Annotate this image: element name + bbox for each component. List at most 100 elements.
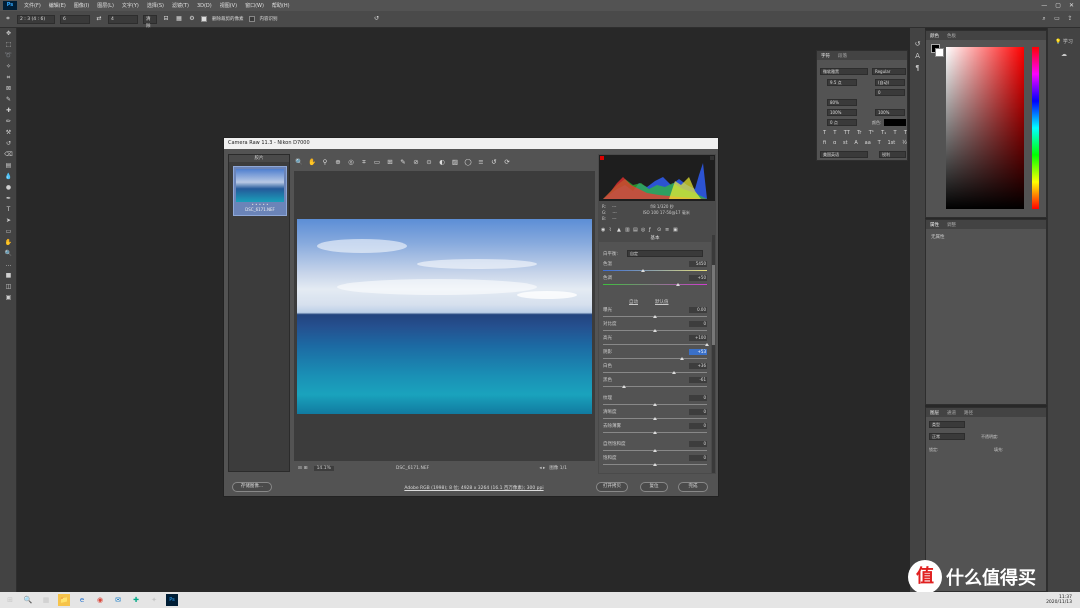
slider-track[interactable]	[603, 358, 707, 359]
tab-layers[interactable]: 图层	[930, 410, 939, 416]
libraries-icon[interactable]: ☁	[1048, 51, 1080, 58]
ordinals-button[interactable]: 1st	[888, 140, 896, 146]
crop-width-input[interactable]: 6	[60, 14, 90, 24]
slider-handle[interactable]	[653, 449, 657, 452]
history-icon[interactable]: ↺	[910, 38, 925, 50]
faux-bold-button[interactable]: T	[823, 130, 826, 136]
character-icon[interactable]: A	[910, 50, 925, 62]
slider-value-input[interactable]: 0	[689, 395, 707, 401]
edge-icon[interactable]: e	[76, 594, 88, 606]
slider-value-input[interactable]: 0	[689, 423, 707, 429]
quickmask-icon[interactable]: ◫	[0, 281, 17, 292]
menu-select[interactable]: 选择(S)	[143, 2, 168, 9]
default-link[interactable]: 默认值	[655, 299, 669, 305]
superscript-button[interactable]: T¹	[869, 130, 874, 136]
slider-value-input[interactable]: 0	[689, 455, 707, 461]
calibration-icon[interactable]: ⊙	[657, 227, 663, 233]
adjustment-brush-icon[interactable]: ⊙	[425, 158, 433, 166]
prev-next-image[interactable]: ◂ ▸	[539, 466, 545, 471]
gradient-icon[interactable]: ▤	[0, 160, 17, 171]
all-caps-button[interactable]: TT	[844, 130, 850, 136]
frame-icon[interactable]: ⊠	[0, 83, 17, 94]
menu-edit[interactable]: 编辑(E)	[45, 2, 70, 9]
eyedropper-icon[interactable]: ✎	[0, 94, 17, 105]
crop-tool-icon[interactable]: ⌗	[360, 158, 368, 167]
slider-handle[interactable]	[653, 431, 657, 434]
zoom-in-button[interactable]: ⊞	[304, 466, 308, 471]
horizontal-scale-input[interactable]: 100%	[875, 109, 905, 116]
slider-track[interactable]	[603, 284, 707, 285]
magic-wand-icon[interactable]: ✧	[0, 61, 17, 72]
slider-handle[interactable]	[653, 463, 657, 466]
tab-paths[interactable]: 路径	[964, 410, 973, 416]
slider-track[interactable]	[603, 270, 707, 271]
search-icon[interactable]: ⌕	[1040, 15, 1048, 23]
language-select[interactable]: 美国英语	[820, 151, 868, 158]
start-button[interactable]: ⊞	[4, 594, 16, 606]
tab-swatches[interactable]: 色板	[947, 33, 956, 39]
detail-icon[interactable]: ▲	[617, 227, 623, 233]
clear-button[interactable]: 清除	[143, 14, 157, 29]
mail-icon[interactable]: ✉	[112, 594, 124, 606]
alternates-button[interactable]: ɑ	[833, 140, 836, 146]
zoom-out-button[interactable]: ⊟	[298, 466, 302, 471]
auto-link[interactable]: 自动	[629, 299, 638, 305]
photoshop-taskbar-icon[interactable]: Ps	[166, 594, 178, 606]
white-balance-select[interactable]: 自定	[627, 250, 703, 257]
slider-value-input[interactable]: +36	[689, 363, 707, 369]
swash-button[interactable]: A	[854, 140, 857, 146]
slider-handle[interactable]	[705, 343, 709, 346]
subscript-button[interactable]: T₁	[881, 130, 886, 136]
done-button[interactable]: 完成	[678, 482, 708, 492]
slider-handle[interactable]	[653, 315, 657, 318]
color-sampler-icon[interactable]: ⊕	[334, 158, 342, 166]
tab-properties[interactable]: 属性	[930, 222, 939, 228]
reset-button[interactable]: 复位	[640, 482, 668, 492]
crop-tool-icon[interactable]: ⌗	[4, 15, 12, 23]
menu-layer[interactable]: 图层(L)	[93, 2, 118, 9]
slider-handle[interactable]	[680, 357, 685, 360]
close-button[interactable]: ✕	[1069, 2, 1074, 9]
stamp-icon[interactable]: ⚒	[0, 127, 17, 138]
spot-removal-icon[interactable]: ✎	[399, 158, 407, 166]
slider-value-input[interactable]: 0	[689, 409, 707, 415]
leading-input[interactable]: (自动)	[875, 79, 905, 86]
slider-handle[interactable]	[675, 283, 680, 286]
target-adjust-icon[interactable]: ◎	[347, 158, 355, 166]
open-preferences-icon[interactable]: ◯	[464, 158, 472, 166]
basic-panel-icon[interactable]: ◉	[601, 227, 607, 233]
preview-canvas[interactable]	[294, 171, 595, 461]
zoom-tool-icon[interactable]: 🔍	[295, 158, 303, 166]
brush-icon[interactable]: ✏	[0, 116, 17, 127]
healing-icon[interactable]: ✚	[0, 105, 17, 116]
lens-icon[interactable]: ◎	[641, 227, 647, 233]
menu-file[interactable]: 文件(F)	[20, 2, 45, 9]
rotate-left-icon[interactable]: ↺	[490, 158, 498, 166]
text-color-swatch[interactable]	[884, 119, 906, 126]
faux-italic-button[interactable]: T	[833, 130, 836, 136]
dodge-icon[interactable]: ●	[0, 182, 17, 193]
menu-help[interactable]: 帮助(H)	[268, 2, 294, 9]
ratio-select[interactable]: 2 : 3 (4 : 6)	[17, 14, 55, 24]
blur-icon[interactable]: 💧	[0, 171, 17, 182]
presets-icon[interactable]: ≡	[665, 227, 671, 233]
zoom-level-select[interactable]: 14.1%	[313, 465, 334, 471]
disc-ligatures-button[interactable]: st	[843, 140, 848, 146]
share-icon[interactable]: ⇪	[1066, 15, 1074, 23]
slider-value-input[interactable]: 0	[689, 441, 707, 447]
hsl-icon[interactable]: ▥	[625, 227, 631, 233]
slider-value-input[interactable]: 5450	[689, 261, 707, 267]
save-image-button[interactable]: 存储图像...	[232, 482, 272, 492]
slider-value-input[interactable]: -61	[689, 377, 707, 383]
zoom-icon[interactable]: 🔍	[0, 248, 17, 259]
menu-view[interactable]: 视图(V)	[216, 2, 241, 9]
learn-button[interactable]: 💡 学习	[1048, 38, 1080, 45]
color-field[interactable]	[946, 47, 1024, 209]
menu-window[interactable]: 窗口(W)	[241, 2, 268, 9]
reset-icon[interactable]: ↺	[373, 15, 381, 23]
snapshots-icon[interactable]: ▣	[673, 227, 679, 233]
menu-image[interactable]: 图像(I)	[70, 2, 93, 9]
move-icon[interactable]: ✥	[0, 28, 17, 39]
swap-icon[interactable]: ⇄	[95, 15, 103, 23]
history-brush-icon[interactable]: ↺	[0, 138, 17, 149]
